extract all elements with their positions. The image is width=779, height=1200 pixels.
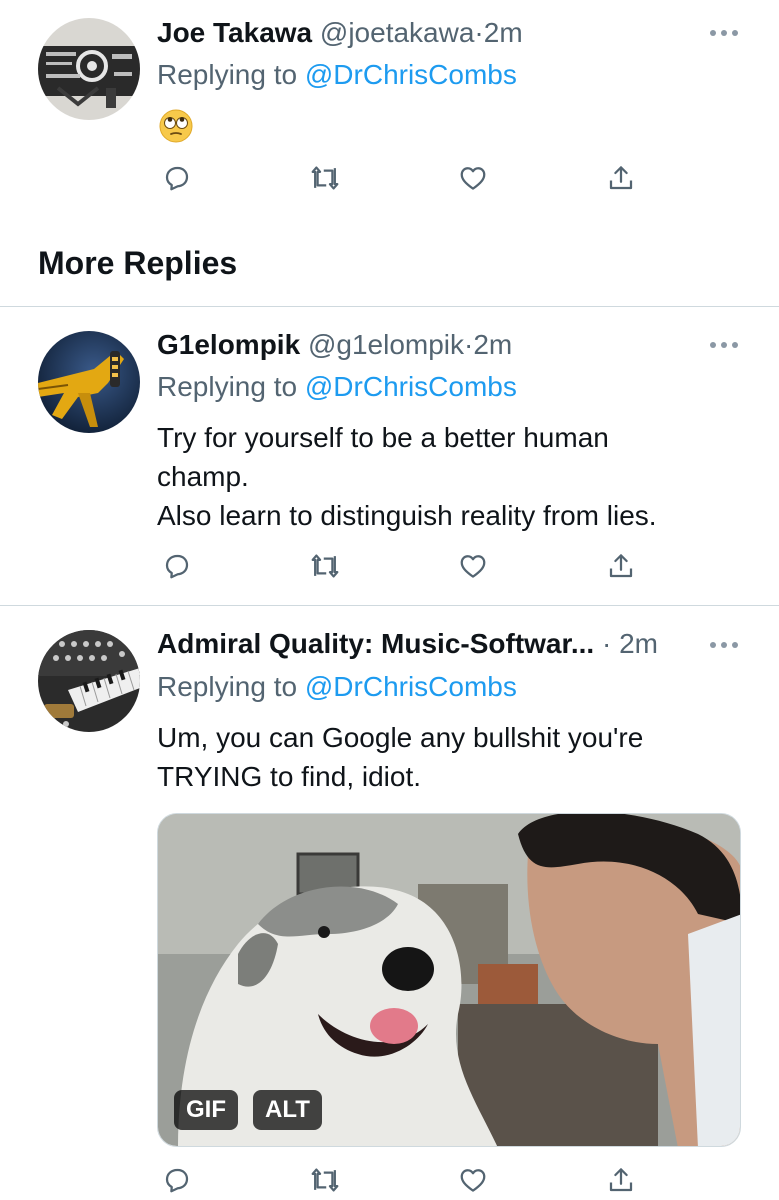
handle[interactable]: @joetakawa (320, 17, 475, 48)
gif-badge: GIF (174, 1090, 238, 1130)
retweet-button[interactable] (305, 158, 345, 198)
retweet-icon (311, 1168, 339, 1192)
heart-icon (460, 555, 486, 578)
heart-icon (460, 1169, 486, 1192)
more-replies-heading: More Replies (38, 245, 238, 281)
replying-to-mention[interactable]: @DrChrisCombs (305, 671, 517, 702)
replying-to: Replying to @DrChrisCombs (157, 58, 517, 92)
replying-to-label: Replying to (157, 671, 305, 702)
more-options-icon[interactable] (708, 340, 740, 350)
share-icon (609, 554, 633, 578)
yellow-robot-dog-icon (38, 331, 140, 433)
tweet-actions (157, 158, 657, 198)
tweet-text-line: Also learn to distinguish reality from l… (157, 500, 657, 531)
avatar-admiral-quality[interactable] (38, 630, 140, 732)
heart-icon (460, 167, 486, 190)
replying-to: Replying to @DrChrisCombs (157, 370, 517, 404)
tweet-actions (157, 1160, 657, 1200)
tweet-header: Joe Takawa @joetakawa·2m (157, 16, 523, 50)
share-button[interactable] (601, 1160, 641, 1200)
mechanical-parts-icon (38, 18, 140, 120)
share-button[interactable] (601, 158, 641, 198)
tweet-text-line: champ. (157, 461, 249, 492)
replying-to-mention[interactable]: @DrChrisCombs (305, 371, 517, 402)
display-name[interactable]: Admiral Quality: Music-Softwar... (157, 628, 594, 659)
replying-to-mention[interactable]: @DrChrisCombs (305, 59, 517, 90)
tweet-text-line: TRYING to find, idiot. (157, 761, 422, 792)
retweet-button[interactable] (305, 546, 345, 586)
handle[interactable]: @g1elompik (308, 329, 464, 360)
share-button[interactable] (601, 546, 641, 586)
timestamp[interactable]: 2m (619, 628, 658, 659)
display-name[interactable]: Joe Takawa (157, 17, 312, 48)
reply-button[interactable] (157, 1160, 197, 1200)
separator-dot: · (464, 329, 474, 360)
alt-badge[interactable]: ALT (253, 1090, 322, 1130)
tweet-header: G1elompik @g1elompik·2m (157, 328, 512, 362)
reply-button[interactable] (157, 158, 197, 198)
tweet-text: Um, you can Google any bullshit you're T… (157, 718, 737, 796)
tweet-actions (157, 546, 657, 586)
reply-icon (165, 1168, 189, 1193)
reply-icon (165, 554, 189, 579)
tweet-text-line: Try for yourself to be a better human (157, 422, 609, 453)
replying-to-label: Replying to (157, 59, 305, 90)
tweet-2[interactable]: G1elompik @g1elompik·2m Replying to @DrC… (0, 307, 779, 605)
reply-button[interactable] (157, 546, 197, 586)
separator-dot: · (474, 17, 484, 48)
avatar-joe-takawa[interactable] (38, 18, 140, 120)
face-with-rolling-eyes-icon (159, 109, 193, 143)
retweet-button[interactable] (305, 1160, 345, 1200)
retweet-icon (311, 166, 339, 190)
tweet-1[interactable]: Joe Takawa @joetakawa·2m Replying to @Dr… (0, 0, 779, 230)
dog-and-man-gif-icon (158, 814, 740, 1146)
synthesizer-icon (38, 630, 140, 732)
tweet-text: Try for yourself to be a better human ch… (157, 418, 737, 535)
replying-to-label: Replying to (157, 371, 305, 402)
tweet-text-line: Um, you can Google any bullshit you're (157, 722, 644, 753)
reply-icon (165, 166, 189, 191)
tweet-gif-media[interactable]: GIF ALT (157, 813, 741, 1147)
display-name[interactable]: G1elompik (157, 329, 300, 360)
retweet-icon (311, 554, 339, 578)
separator-dot: · (601, 628, 612, 659)
like-button[interactable] (453, 546, 493, 586)
more-options-icon[interactable] (708, 28, 740, 38)
tweet-header: Admiral Quality: Music-Softwar... · 2m (157, 627, 658, 661)
replying-to: Replying to @DrChrisCombs (157, 670, 517, 704)
avatar-g1elompik[interactable] (38, 331, 140, 433)
share-icon (609, 166, 633, 190)
more-options-icon[interactable] (708, 640, 740, 650)
timestamp[interactable]: 2m (473, 329, 512, 360)
share-icon (609, 1168, 633, 1192)
like-button[interactable] (453, 1160, 493, 1200)
like-button[interactable] (453, 158, 493, 198)
timestamp[interactable]: 2m (484, 17, 523, 48)
